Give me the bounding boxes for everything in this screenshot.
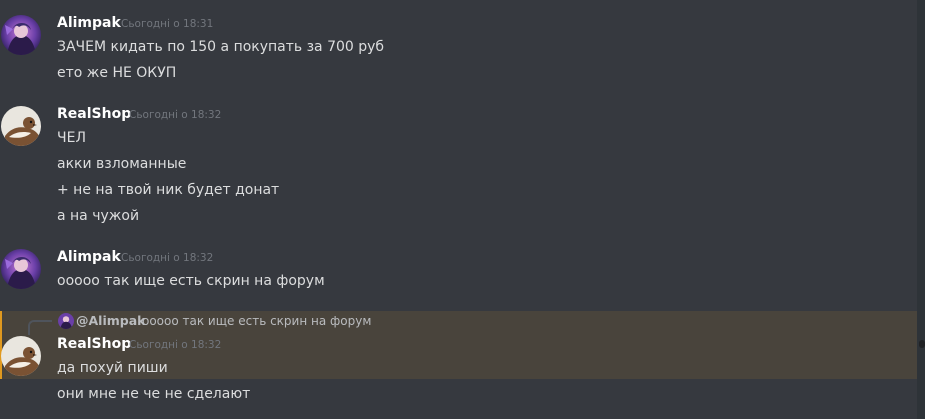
- anime-avatar-icon: [1, 249, 41, 289]
- scrollbar-thumb[interactable]: [919, 340, 925, 348]
- reply-author[interactable]: @Alimpak: [76, 313, 145, 328]
- chat-messages: Alimpak Сьогодні о 18:31 ЗАЧЕМ кидать по…: [0, 0, 925, 419]
- weasel-avatar-icon: [1, 106, 41, 146]
- reply-spine: [28, 320, 52, 335]
- message-line: ЗАЧЕМ кидать по 150 а покупать за 700 ру…: [57, 39, 385, 55]
- message-timestamp: Сьогодні о 18:32: [129, 339, 222, 351]
- author-name[interactable]: RealShop: [57, 106, 131, 122]
- avatar-realshop[interactable]: [1, 336, 41, 376]
- avatar-alimpak[interactable]: [1, 15, 41, 55]
- message-line: ооооо так ище есть скрин на форум: [57, 273, 325, 289]
- reply-preview-text[interactable]: ооооо так ище есть скрин на форум: [142, 314, 371, 328]
- author-name[interactable]: RealShop: [57, 336, 131, 352]
- message-line: + не на твой ник будет донат: [57, 182, 280, 198]
- message-line: а на чужой: [57, 208, 140, 224]
- message-line: они мне не че не сделают: [57, 386, 251, 402]
- message-line: ето же НЕ ОКУП: [57, 65, 177, 81]
- weasel-avatar-icon: [1, 336, 41, 376]
- message-timestamp: Сьогодні о 18:32: [129, 109, 222, 121]
- avatar-alimpak[interactable]: [1, 249, 41, 289]
- mention-highlight-bar: [0, 311, 2, 379]
- author-name[interactable]: Alimpak: [57, 249, 121, 265]
- message-timestamp: Сьогодні о 18:32: [121, 252, 214, 264]
- anime-avatar-icon: [58, 313, 74, 329]
- author-name[interactable]: Alimpak: [57, 15, 121, 31]
- anime-avatar-icon: [1, 15, 41, 55]
- reply-avatar[interactable]: [58, 313, 74, 329]
- avatar-realshop[interactable]: [1, 106, 41, 146]
- message-line: да похуй пиши: [57, 360, 168, 376]
- message-line: ЧЕЛ: [57, 130, 86, 146]
- message-timestamp: Сьогодні о 18:31: [121, 18, 214, 30]
- scrollbar-track[interactable]: [917, 0, 925, 419]
- message-line: акки взломанные: [57, 156, 187, 172]
